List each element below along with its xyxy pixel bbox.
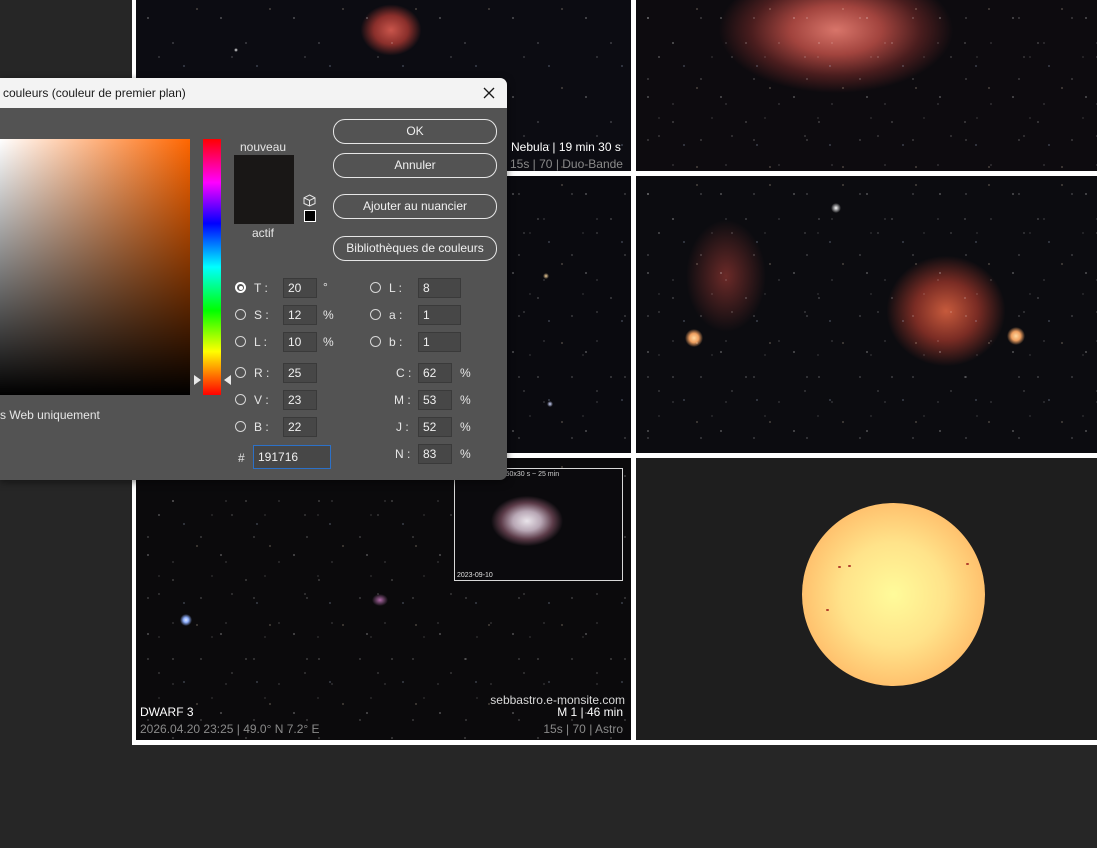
hex-symbol: # — [238, 451, 245, 465]
camera-label: DWARF 3 — [140, 705, 194, 719]
lab-a-input[interactable]: 1 — [418, 305, 461, 325]
lightness-input[interactable]: 10 — [283, 332, 317, 352]
saturation-input[interactable]: 12 — [283, 305, 317, 325]
black-label: N : — [395, 447, 411, 461]
lightness-label: L : — [254, 335, 267, 349]
radio-saturation[interactable] — [235, 309, 246, 320]
hue-slider-handle-left[interactable] — [194, 375, 201, 385]
blue-input[interactable]: 22 — [283, 417, 317, 437]
close-icon[interactable] — [479, 83, 499, 103]
web-safe-swatch[interactable] — [304, 210, 316, 222]
inset-photo: 20 - QHY290c - 50x30 s ~ 25 min 2023-09-… — [454, 468, 623, 581]
hue-slider[interactable] — [203, 139, 221, 395]
yellow-label: J : — [396, 420, 409, 434]
hex-input[interactable]: 191716 — [253, 445, 331, 469]
saturation-label: S : — [254, 308, 269, 322]
photo-tile-m1[interactable]: 20 - QHY290c - 50x30 s ~ 25 min 2023-09-… — [136, 458, 631, 740]
hue-slider-handle-right[interactable] — [224, 375, 231, 385]
cyan-input[interactable]: 62 — [418, 363, 452, 383]
lab-a-label: a : — [389, 308, 403, 322]
hue-unit: ° — [323, 280, 328, 294]
red-input[interactable]: 25 — [283, 363, 317, 383]
yellow-input[interactable]: 52 — [418, 417, 452, 437]
lab-l-label: L : — [389, 281, 402, 295]
cyan-label: C : — [396, 366, 412, 380]
inset-date: 2023-09-10 — [457, 572, 493, 579]
ok-button[interactable]: OK — [333, 119, 497, 144]
new-color-swatch — [234, 155, 294, 189]
yellow-unit: % — [460, 420, 471, 434]
black-input[interactable]: 83 — [418, 444, 452, 464]
dialog-title: couleurs (couleur de premier plan) — [3, 86, 186, 100]
hue-input[interactable]: 20 — [283, 278, 317, 298]
saturation-unit: % — [323, 308, 334, 322]
current-color-swatch[interactable] — [234, 189, 294, 224]
photo-tile-nebula-2[interactable] — [636, 0, 1097, 171]
green-label: V : — [254, 393, 269, 407]
tile-subcaption: 15s | 70 | Astro — [543, 722, 623, 736]
saturation-brightness-field[interactable] — [0, 139, 190, 395]
magenta-input[interactable]: 53 — [418, 390, 452, 410]
blue-label: B : — [254, 420, 269, 434]
sun-image — [802, 503, 985, 686]
current-color-label: actif — [252, 226, 275, 240]
color-libraries-button[interactable]: Bibliothèques de couleurs — [333, 236, 497, 261]
add-to-swatches-button[interactable]: Ajouter au nuancier — [333, 194, 497, 219]
red-label: R : — [254, 366, 270, 380]
color-picker-dialog: couleurs (couleur de premier plan) nouve… — [0, 78, 507, 480]
cyan-unit: % — [460, 366, 471, 380]
capture-info: 2026.04.20 23:25 | 49.0° N 7.2° E — [140, 722, 320, 736]
radio-hue[interactable] — [235, 282, 246, 293]
magenta-label: M : — [394, 393, 411, 407]
web-safe-cube-icon[interactable] — [303, 194, 316, 207]
radio-blue[interactable] — [235, 421, 246, 432]
web-colors-only-label: s Web uniquement — [0, 408, 100, 422]
radio-lab-l[interactable] — [370, 282, 381, 293]
radio-green[interactable] — [235, 394, 246, 405]
black-unit: % — [460, 447, 471, 461]
lab-b-input[interactable]: 1 — [418, 332, 461, 352]
photo-tile-jellyfish-nebula[interactable] — [636, 176, 1097, 453]
radio-lab-b[interactable] — [370, 336, 381, 347]
new-color-label: nouveau — [240, 140, 287, 154]
magenta-unit: % — [460, 393, 471, 407]
radio-lightness[interactable] — [235, 336, 246, 347]
cancel-button[interactable]: Annuler — [333, 153, 497, 178]
tile-caption: M 1 | 46 min — [557, 705, 623, 719]
radio-lab-a[interactable] — [370, 309, 381, 320]
hue-label: T : — [254, 281, 268, 295]
tile-subcaption: 15s | 70 | Duo-Bande — [510, 157, 623, 171]
tile-caption: Nebula | 19 min 30 s — [511, 140, 621, 154]
radio-red[interactable] — [235, 367, 246, 378]
lab-l-input[interactable]: 8 — [418, 278, 461, 298]
dialog-titlebar[interactable]: couleurs (couleur de premier plan) — [0, 78, 507, 108]
lab-b-label: b : — [389, 335, 403, 349]
lightness-unit: % — [323, 335, 334, 349]
green-input[interactable]: 23 — [283, 390, 317, 410]
photo-tile-sun[interactable] — [636, 458, 1097, 740]
